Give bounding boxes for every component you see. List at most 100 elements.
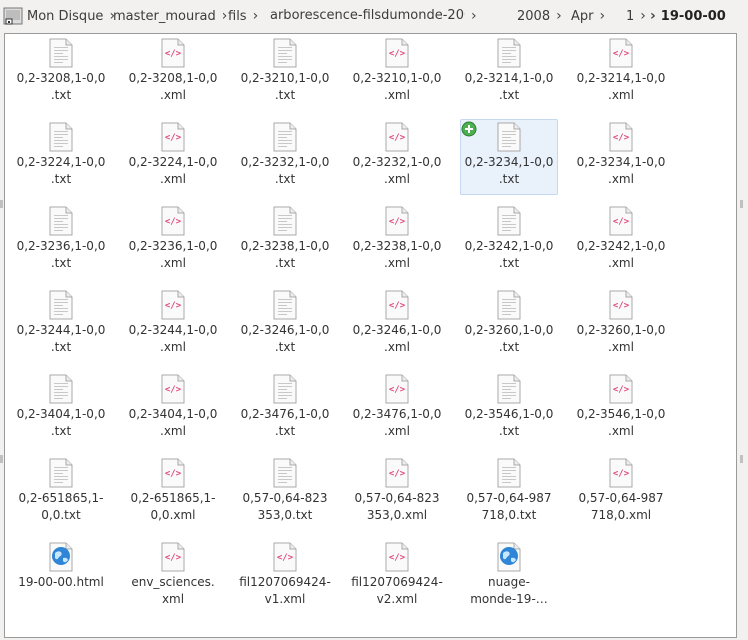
svg-text:</>: </>	[389, 469, 406, 479]
svg-text:</>: </>	[165, 49, 182, 59]
resize-handle-right[interactable]	[740, 200, 743, 208]
breadcrumb-label: master_mourad	[113, 9, 216, 24]
file-item[interactable]: 0,2-3232,1-0,0 .txt	[237, 120, 333, 194]
file-item[interactable]: 0,2-3546,1-0,0 .txt	[461, 372, 557, 446]
file-item[interactable]: </> 0,2-3246,1-0,0 .xml	[349, 288, 445, 362]
breadcrumb-separator-icon: ›	[252, 8, 259, 24]
crumb-fils[interactable]: fils ›	[228, 0, 258, 32]
file-name: 0,2-3476,1-0,0 .txt	[240, 407, 330, 438]
file-item[interactable]: </> 0,2-3232,1-0,0 .xml	[349, 120, 445, 194]
crumb-1[interactable]: 1 ›	[626, 0, 646, 32]
svg-text:</>: </>	[389, 49, 406, 59]
breadcrumb-separator-icon: ›	[471, 8, 477, 24]
file-item[interactable]: </> 0,2-3214,1-0,0 .xml	[573, 36, 669, 110]
file-item[interactable]: </> env_sciences. xml	[125, 540, 221, 614]
file-name: 0,2-651865,1- 0,0.xml	[130, 491, 216, 522]
breadcrumb-separator-icon: ›	[599, 8, 606, 24]
file-item[interactable]: 0,2-3260,1-0,0 .txt	[461, 288, 557, 362]
file-name: 0,2-3242,1-0,0 .txt	[464, 239, 554, 270]
file-item[interactable]: </> 0,2-3208,1-0,0 .xml	[125, 36, 221, 110]
xml-file-icon: </>	[270, 542, 300, 572]
file-item[interactable]: 19-00-00.html	[13, 540, 109, 614]
resize-handle-right-lower[interactable]	[740, 455, 743, 463]
svg-text:</>: </>	[389, 133, 406, 143]
file-item[interactable]: 0,2-3224,1-0,0 .txt	[13, 120, 109, 194]
file-item[interactable]: 0,2-3244,1-0,0 .txt	[13, 288, 109, 362]
resize-handle-left[interactable]	[0, 200, 3, 208]
svg-text:</>: </>	[613, 49, 630, 59]
file-item[interactable]: </> 0,2-3242,1-0,0 .xml	[573, 204, 669, 278]
file-item[interactable]: </> 0,2-3224,1-0,0 .xml	[125, 120, 221, 194]
svg-text:</>: </>	[277, 553, 294, 563]
xml-file-icon: </>	[158, 542, 188, 572]
svg-text:</>: </>	[613, 385, 630, 395]
file-item[interactable]: </> 0,2-3404,1-0,0 .xml	[125, 372, 221, 446]
file-item[interactable]: </> 0,2-3238,1-0,0 .xml	[349, 204, 445, 278]
file-item[interactable]: </> 0,2-3260,1-0,0 .xml	[573, 288, 669, 362]
breadcrumb-separator-icon: ›	[221, 8, 228, 24]
file-item[interactable]: </> 0,2-3546,1-0,0 .xml	[573, 372, 669, 446]
crumb-arborescence[interactable]: arborescence-filsdumonde-2007-tljours ›	[270, 0, 477, 32]
breadcrumb-separator-icon: ›	[556, 8, 562, 24]
xml-file-icon: </>	[606, 458, 636, 488]
text-file-icon	[270, 458, 300, 488]
file-icon-view[interactable]: 0,2-3208,1-0,0 .txt </> 0,2-3208,1-0,0 .xm…	[4, 33, 737, 638]
crumb-master-mourad[interactable]: master_mourad ›	[113, 0, 227, 32]
file-name: 0,2-3210,1-0,0 .txt	[240, 71, 330, 102]
file-item[interactable]: 0,2-3242,1-0,0 .txt	[461, 204, 557, 278]
crumb-mon-disque[interactable]: Mon Disque ›	[27, 0, 115, 32]
crumb-apr[interactable]: Apr ›	[571, 0, 605, 32]
file-name: 0,2-3208,1-0,0 .xml	[128, 71, 218, 102]
file-item[interactable]: </> 0,57-0,64-823 353,0.xml	[349, 456, 445, 530]
file-item[interactable]: </> 0,2-3210,1-0,0 .xml	[349, 36, 445, 110]
file-item[interactable]: 0,2-3238,1-0,0 .txt	[237, 204, 333, 278]
crumb-2008[interactable]: 2008 ›	[517, 0, 562, 32]
svg-text:</>: </>	[389, 385, 406, 395]
file-name: 0,2-3232,1-0,0 .xml	[352, 155, 442, 186]
file-name: 0,2-3210,1-0,0 .xml	[352, 71, 442, 102]
breadcrumb-separator-icon: ›	[650, 8, 656, 24]
file-item[interactable]: </> 0,2-3234,1-0,0 .xml	[573, 120, 669, 194]
xml-file-icon: </>	[382, 122, 412, 152]
file-item[interactable]: 0,2-3246,1-0,0 .txt	[237, 288, 333, 362]
xml-file-icon: </>	[158, 122, 188, 152]
file-item[interactable]: 0,2-651865,1- 0,0.txt	[13, 456, 109, 530]
file-item[interactable]: 0,2-3404,1-0,0 .txt	[13, 372, 109, 446]
file-name: env_sciences. xml	[131, 575, 215, 606]
resize-handle-left-lower[interactable]	[0, 455, 3, 463]
file-item[interactable]: 0,2-3234,1-0,0 .txt	[460, 119, 558, 195]
file-item[interactable]: </> 0,2-3236,1-0,0 .xml	[125, 204, 221, 278]
file-item[interactable]: nuage- monde-19-…	[461, 540, 557, 614]
file-name: 0,57-0,64-823 353,0.txt	[242, 491, 328, 522]
xml-file-icon: </>	[382, 374, 412, 404]
file-item[interactable]: </> 0,57-0,64-987 718,0.xml	[573, 456, 669, 530]
file-item[interactable]: </> 0,2-3244,1-0,0 .xml	[125, 288, 221, 362]
file-item[interactable]: 0,2-3476,1-0,0 .txt	[237, 372, 333, 446]
svg-text:</>: </>	[165, 217, 182, 227]
file-item[interactable]: 0,2-3208,1-0,0 .txt	[13, 36, 109, 110]
file-name: fil1207069424- v2.xml	[351, 575, 443, 606]
text-file-icon	[270, 122, 300, 152]
file-name: 0,57-0,64-823 353,0.xml	[354, 491, 440, 522]
file-name: 0,2-3238,1-0,0 .txt	[240, 239, 330, 270]
file-name: fil1207069424- v1.xml	[239, 575, 331, 606]
xml-file-icon: </>	[158, 374, 188, 404]
crumb-current-folder[interactable]: › 19-00-00	[650, 0, 726, 32]
text-file-icon	[46, 38, 76, 68]
breadcrumb: Mon Disque › master_mourad › fils › arborescen…	[0, 0, 748, 32]
file-item[interactable]: 0,2-3236,1-0,0 .txt	[13, 204, 109, 278]
xml-file-icon: </>	[382, 38, 412, 68]
drive-icon	[3, 7, 23, 25]
file-item[interactable]: </> 0,2-3476,1-0,0 .xml	[349, 372, 445, 446]
xml-file-icon: </>	[158, 290, 188, 320]
svg-text:</>: </>	[389, 217, 406, 227]
file-item[interactable]: 0,2-3210,1-0,0 .txt	[237, 36, 333, 110]
file-item[interactable]: </> fil1207069424- v2.xml	[349, 540, 445, 614]
file-item[interactable]: </> fil1207069424- v1.xml	[237, 540, 333, 614]
file-item[interactable]: 0,57-0,64-823 353,0.txt	[237, 456, 333, 530]
text-file-icon	[494, 290, 524, 320]
text-file-icon	[494, 374, 524, 404]
file-item[interactable]: 0,2-3214,1-0,0 .txt	[461, 36, 557, 110]
file-item[interactable]: 0,57-0,64-987 718,0.txt	[461, 456, 557, 530]
file-item[interactable]: </> 0,2-651865,1- 0,0.xml	[125, 456, 221, 530]
